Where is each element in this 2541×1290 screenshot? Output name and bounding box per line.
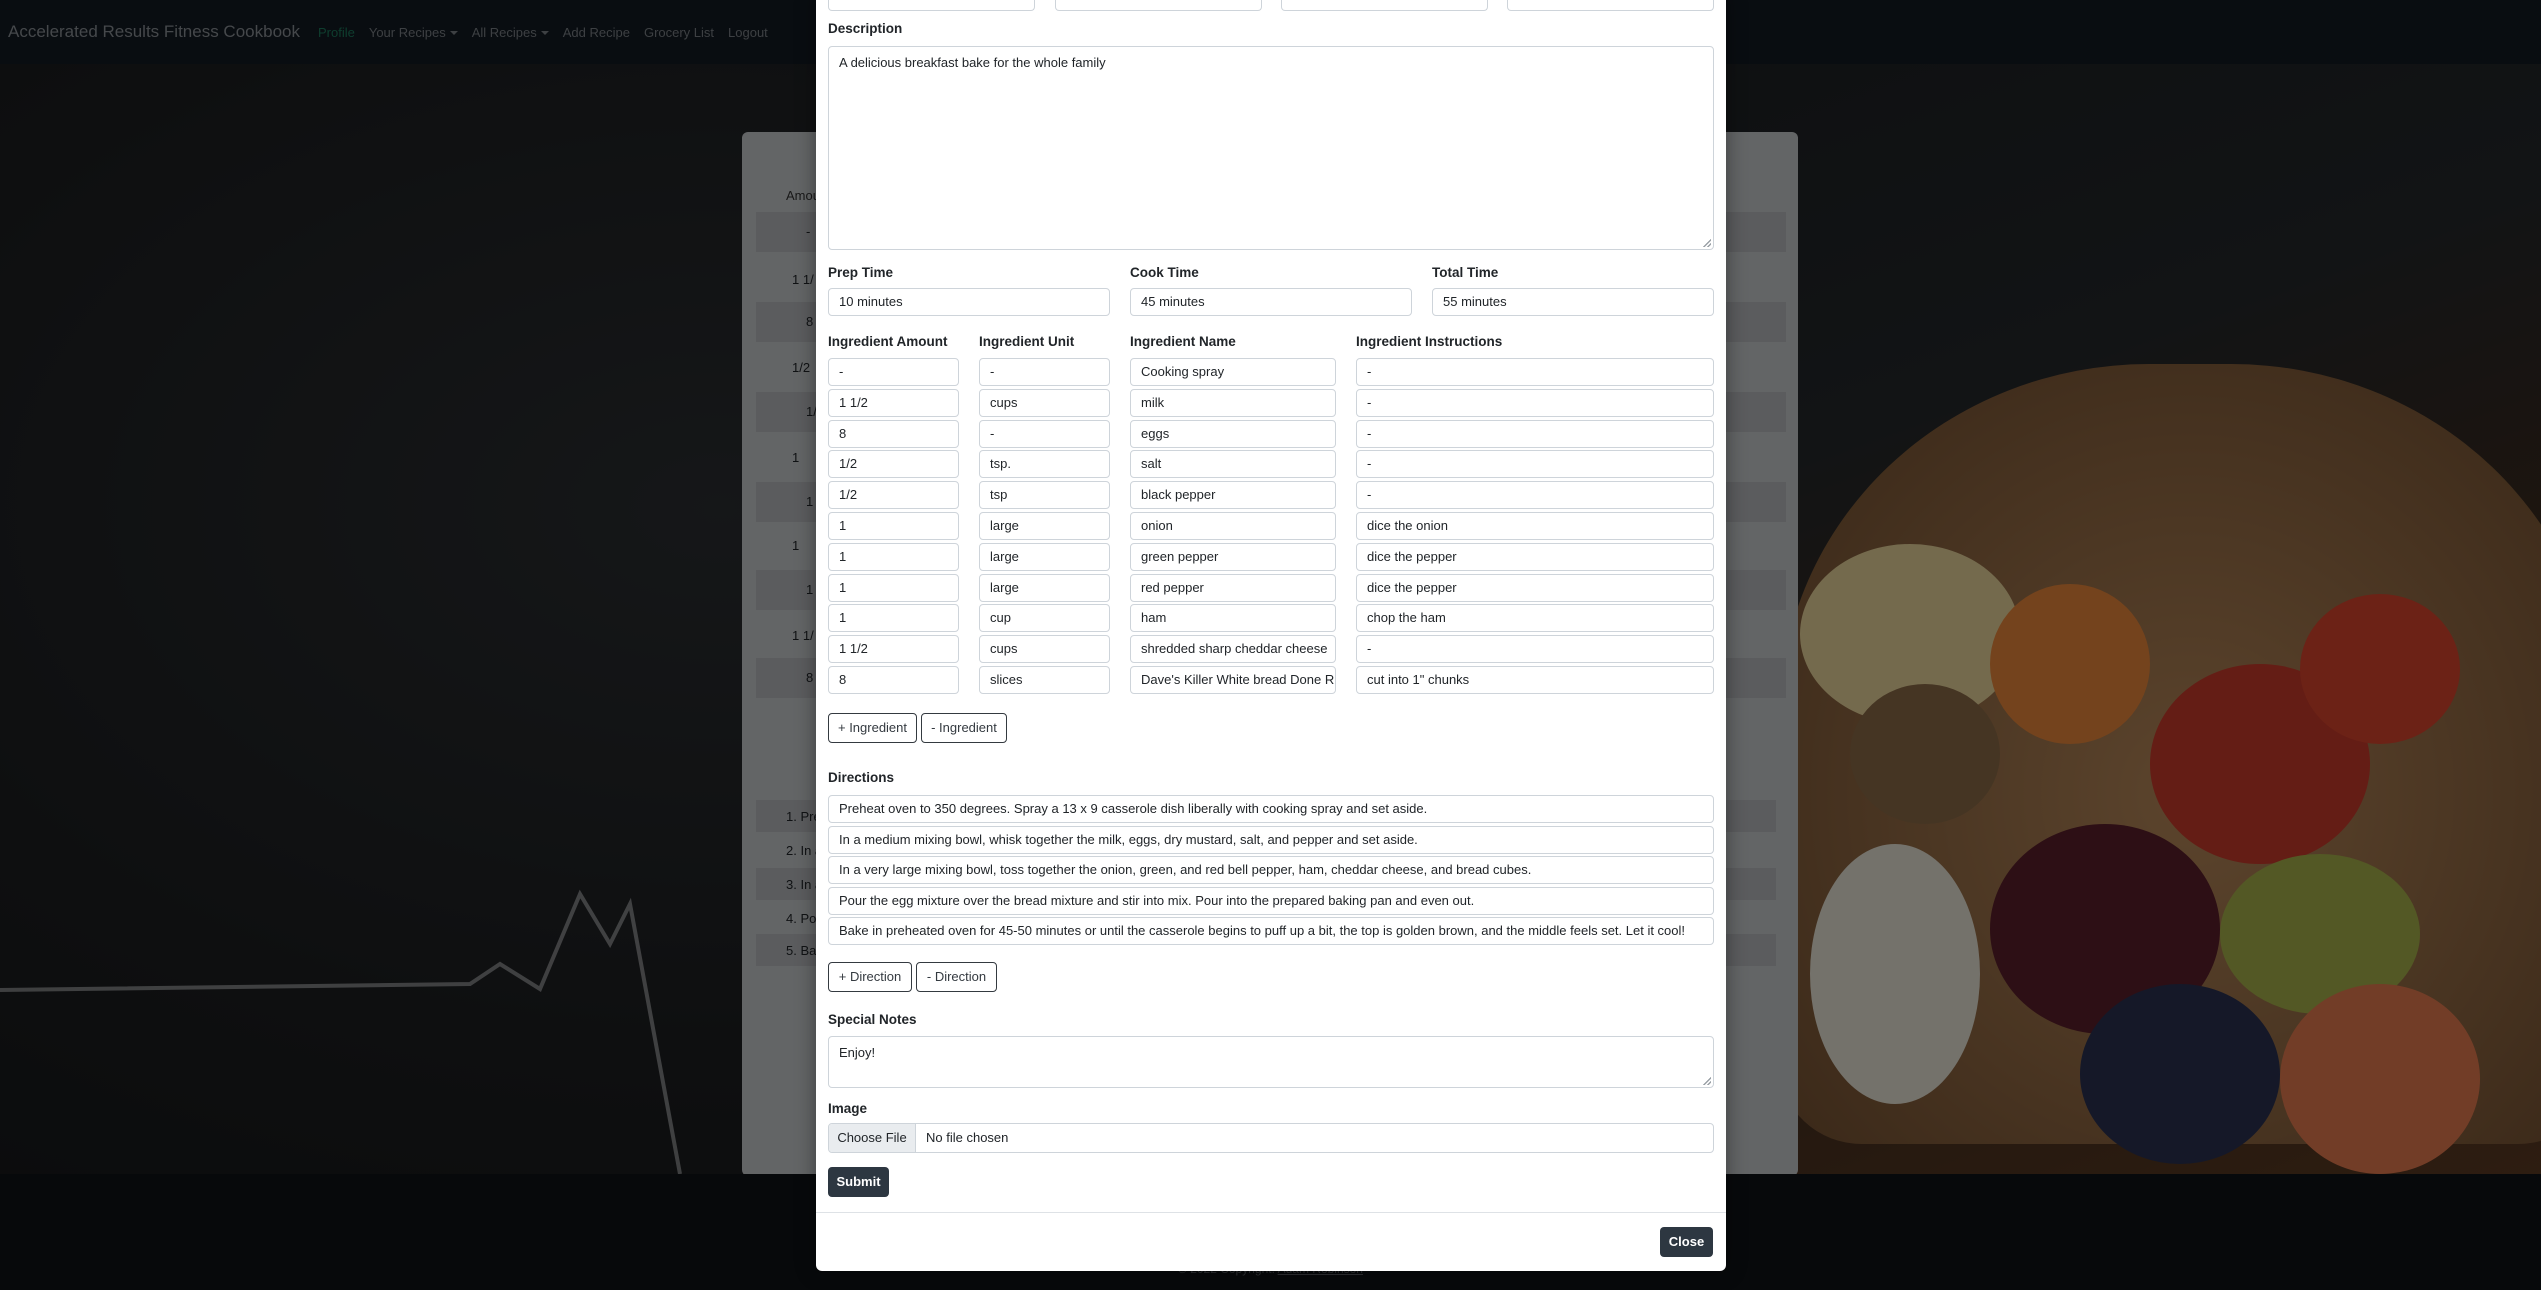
ingredient-name-input[interactable]: salt bbox=[1130, 450, 1336, 479]
file-status: No file chosen bbox=[926, 1130, 1009, 1145]
ingredient-name-input[interactable]: shredded sharp cheddar cheese bbox=[1130, 635, 1336, 664]
prep-time-label: Prep Time bbox=[828, 265, 894, 280]
description-textarea[interactable]: A delicious breakfast bake for the whole… bbox=[828, 46, 1714, 250]
ingredient-name-input[interactable]: milk bbox=[1130, 388, 1336, 417]
ingredient-amount-input[interactable]: 1 bbox=[828, 542, 959, 571]
direction-input[interactable]: In a very large mixing bowl, toss togeth… bbox=[828, 856, 1714, 884]
close-button[interactable]: Close bbox=[1660, 1227, 1713, 1257]
ingredient-amount-input[interactable]: 1 bbox=[828, 512, 959, 540]
ingredient-instructions-input[interactable]: - bbox=[1356, 358, 1714, 386]
ingredient-name-input[interactable]: red pepper bbox=[1130, 573, 1336, 602]
ingredient-name-input[interactable]: Dave's Killer White bread Done R bbox=[1130, 666, 1336, 694]
ingredient-instructions-input[interactable]: - bbox=[1356, 450, 1714, 479]
top-input[interactable] bbox=[1507, 0, 1714, 11]
ingredient-instructions-input[interactable]: cut into 1" chunks bbox=[1356, 666, 1714, 694]
description-text: A delicious breakfast bake for the whole… bbox=[839, 55, 1106, 70]
ingredient-amount-input[interactable]: - bbox=[828, 358, 959, 386]
submit-button[interactable]: Submit bbox=[828, 1167, 889, 1197]
ingredient-unit-input[interactable]: large bbox=[979, 512, 1110, 540]
ingredient-name-header: Ingredient Name bbox=[1130, 334, 1236, 349]
ingredient-instructions-input[interactable]: chop the ham bbox=[1356, 604, 1714, 633]
directions-label: Directions bbox=[828, 770, 895, 785]
ingredient-unit-input[interactable]: large bbox=[979, 542, 1110, 571]
ingredient-amount-header: Ingredient Amount bbox=[828, 334, 948, 349]
special-notes-text: Enjoy! bbox=[839, 1045, 876, 1060]
ingredient-name-input[interactable]: onion bbox=[1130, 512, 1336, 540]
ingredient-name-input[interactable]: ham bbox=[1130, 604, 1336, 633]
ingredient-instructions-input[interactable]: - bbox=[1356, 481, 1714, 510]
top-inputs-row bbox=[828, 0, 1714, 11]
ingredient-name-input[interactable]: green pepper bbox=[1130, 542, 1336, 571]
cook-time-input[interactable]: 45 minutes bbox=[1130, 288, 1412, 316]
ingredient-unit-input[interactable]: slices bbox=[979, 666, 1110, 694]
ingredient-unit-input[interactable]: tsp bbox=[979, 481, 1110, 510]
special-notes-textarea[interactable]: Enjoy! bbox=[828, 1036, 1714, 1088]
top-input[interactable] bbox=[828, 0, 1035, 11]
ingredient-name-input[interactable]: black pepper bbox=[1130, 481, 1336, 510]
ingredient-unit-input[interactable]: cup bbox=[979, 604, 1110, 633]
ingredient-amount-input[interactable]: 1/2 bbox=[828, 450, 959, 479]
description-label: Description bbox=[828, 21, 903, 36]
direction-input[interactable]: Preheat oven to 350 degrees. Spray a 13 … bbox=[828, 795, 1714, 823]
prep-time-input[interactable]: 10 minutes bbox=[828, 288, 1110, 316]
cook-time-label: Cook Time bbox=[1130, 265, 1199, 280]
ingredient-instructions-input[interactable]: - bbox=[1356, 635, 1714, 664]
ingredient-unit-input[interactable]: cups bbox=[979, 388, 1110, 417]
special-notes-label: Special Notes bbox=[828, 1012, 917, 1027]
ingredient-amount-input[interactable]: 1 1/2 bbox=[828, 635, 959, 664]
ingredient-instructions-input[interactable]: dice the onion bbox=[1356, 512, 1714, 540]
ingredient-unit-input[interactable]: large bbox=[979, 573, 1110, 602]
ingredient-instructions-input[interactable]: - bbox=[1356, 388, 1714, 417]
add-direction-button[interactable]: + Direction bbox=[828, 962, 912, 992]
resize-handle-icon[interactable] bbox=[1703, 239, 1711, 247]
ingredient-amount-input[interactable]: 1/2 bbox=[828, 481, 959, 510]
ingredient-instructions-input[interactable]: - bbox=[1356, 419, 1714, 448]
top-input[interactable] bbox=[1281, 0, 1488, 11]
direction-input[interactable]: Bake in preheated oven for 45-50 minutes… bbox=[828, 917, 1714, 945]
ingredient-name-input[interactable]: eggs bbox=[1130, 419, 1336, 448]
ingredient-amount-input[interactable]: 1 bbox=[828, 573, 959, 602]
remove-direction-button[interactable]: - Direction bbox=[916, 962, 997, 992]
choose-file-button[interactable]: Choose File bbox=[829, 1124, 916, 1152]
ingredient-name-input[interactable]: Cooking spray bbox=[1130, 358, 1336, 386]
ingredient-amount-input[interactable]: 1 bbox=[828, 604, 959, 633]
top-input[interactable] bbox=[1055, 0, 1262, 11]
direction-input[interactable]: In a medium mixing bowl, whisk together … bbox=[828, 825, 1714, 854]
direction-input[interactable]: Pour the egg mixture over the bread mixt… bbox=[828, 886, 1714, 915]
ingredient-instructions-header: Ingredient Instructions bbox=[1356, 334, 1503, 349]
image-file-input[interactable]: Choose File No file chosen bbox=[828, 1123, 1714, 1153]
total-time-label: Total Time bbox=[1432, 265, 1499, 280]
ingredient-unit-header: Ingredient Unit bbox=[979, 334, 1075, 349]
ingredient-instructions-input[interactable]: dice the pepper bbox=[1356, 542, 1714, 571]
resize-handle-icon[interactable] bbox=[1703, 1077, 1711, 1085]
add-ingredient-button[interactable]: + Ingredient bbox=[828, 713, 917, 743]
ingredient-unit-input[interactable]: - bbox=[979, 419, 1110, 448]
ingredient-unit-input[interactable]: tsp. bbox=[979, 450, 1110, 479]
ingredient-unit-input[interactable]: - bbox=[979, 358, 1110, 386]
ingredient-amount-input[interactable]: 8 bbox=[828, 666, 959, 694]
ingredient-unit-input[interactable]: cups bbox=[979, 635, 1110, 664]
edit-recipe-modal: Description A delicious breakfast bake f… bbox=[816, 0, 1726, 1271]
ingredient-amount-input[interactable]: 8 bbox=[828, 419, 959, 448]
total-time-input[interactable]: 55 minutes bbox=[1432, 288, 1714, 316]
modal-footer-divider bbox=[816, 1212, 1726, 1213]
ingredient-amount-input[interactable]: 1 1/2 bbox=[828, 388, 959, 417]
ingredient-instructions-input[interactable]: dice the pepper bbox=[1356, 573, 1714, 602]
image-label: Image bbox=[828, 1101, 868, 1116]
remove-ingredient-button[interactable]: - Ingredient bbox=[921, 713, 1007, 743]
